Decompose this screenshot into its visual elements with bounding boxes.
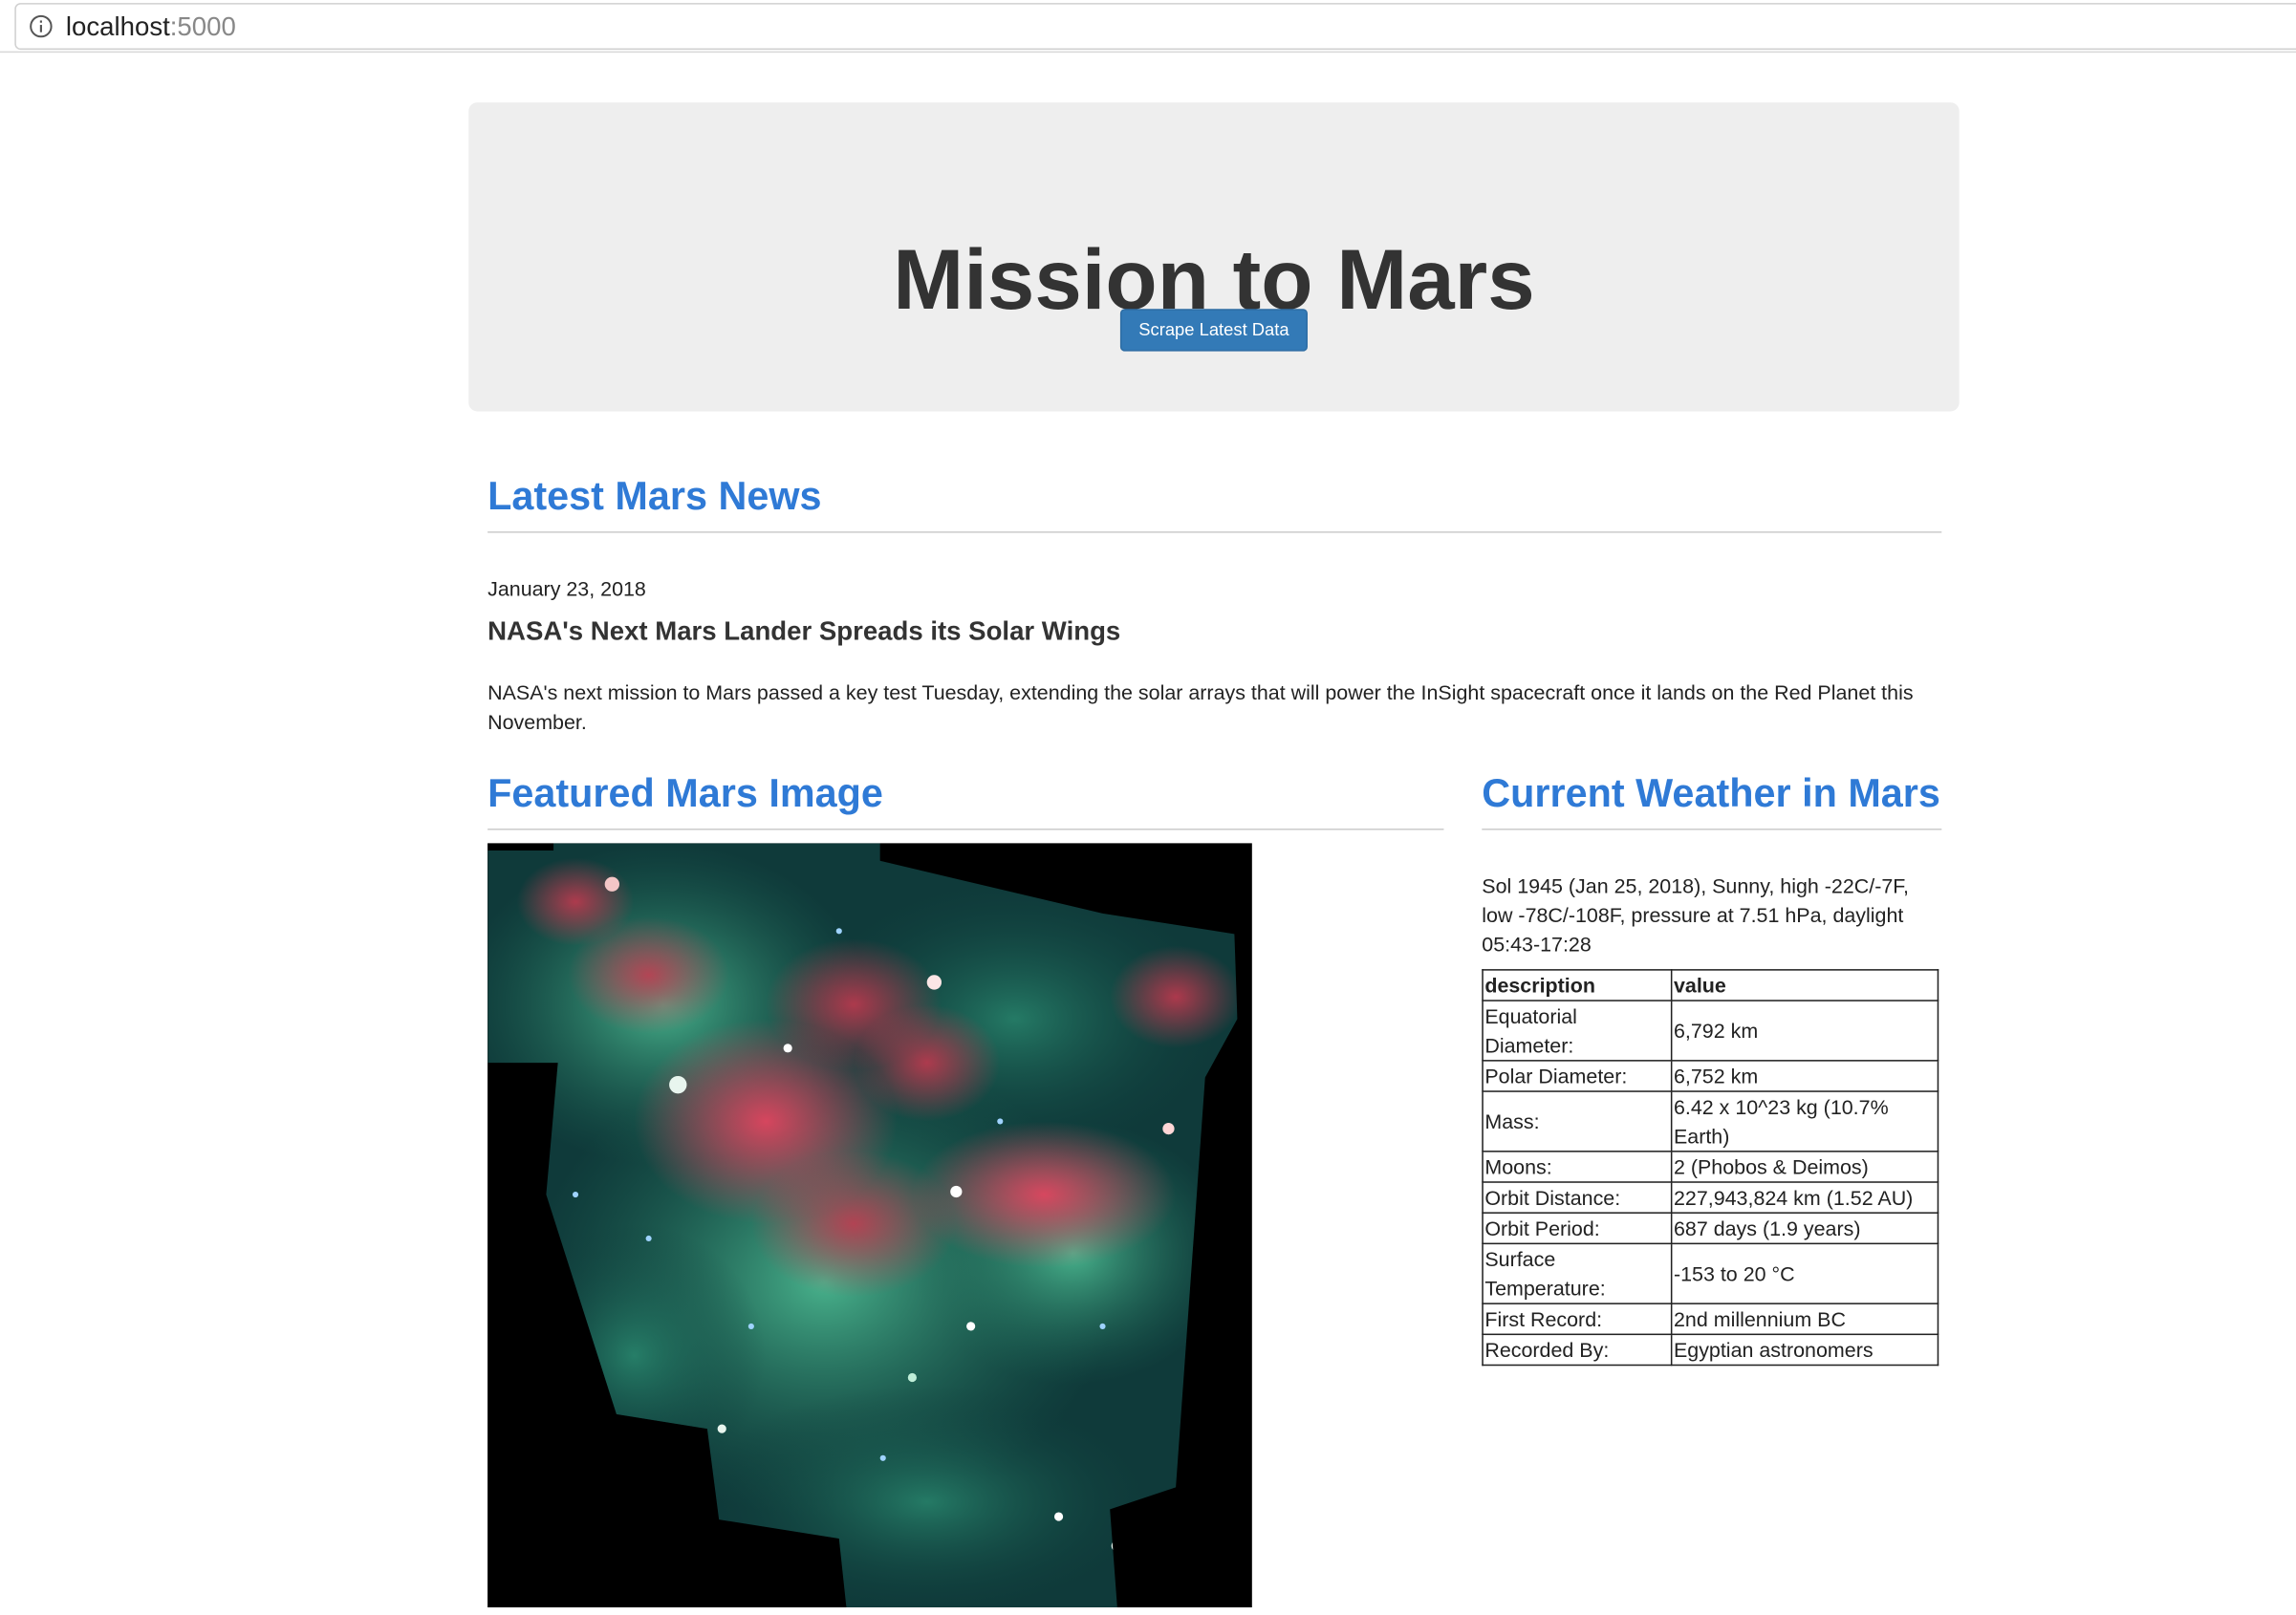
- table-row: Polar Diameter: 6,752 km: [1482, 1060, 1939, 1092]
- fact-value: 6,752 km: [1670, 1060, 1939, 1092]
- url-field[interactable]: localhost:5000: [14, 3, 2296, 51]
- fact-description: Orbit Distance:: [1482, 1181, 1673, 1214]
- table-header-value: value: [1670, 969, 1939, 1001]
- table-header-description: description: [1482, 969, 1673, 1001]
- fact-description: Polar Diameter:: [1482, 1060, 1673, 1092]
- table-row: Mass: 6.42 x 10^23 kg (10.7% Earth): [1482, 1090, 1939, 1152]
- table-row: First Record: 2nd millennium BC: [1482, 1303, 1939, 1336]
- fact-description: Orbit Period:: [1482, 1212, 1673, 1245]
- browser-address-bar: localhost:5000: [0, 0, 2296, 54]
- fact-value: 227,943,824 km (1.52 AU): [1670, 1181, 1939, 1214]
- table-row: Orbit Period: 687 days (1.9 years): [1482, 1212, 1939, 1245]
- scrape-button[interactable]: Scrape Latest Data: [1119, 309, 1308, 352]
- fact-value: Egyptian astronomers: [1670, 1333, 1939, 1367]
- fact-value: 2 (Phobos & Deimos): [1670, 1151, 1939, 1183]
- fact-description: Recorded By:: [1482, 1333, 1673, 1367]
- url-port: :5000: [169, 11, 236, 41]
- fact-value: -153 to 20 °C: [1670, 1242, 1939, 1304]
- news-title: NASA's Next Mars Lander Spreads its Sola…: [487, 615, 1121, 646]
- news-heading: Latest Mars News: [487, 473, 1942, 533]
- table-row: Orbit Distance: 227,943,824 km (1.52 AU): [1482, 1181, 1939, 1214]
- fact-value: 6,792 km: [1670, 1000, 1939, 1062]
- fact-value: 687 days (1.9 years): [1670, 1212, 1939, 1245]
- fact-description: Equatorial Diameter:: [1482, 1000, 1673, 1062]
- table-row: Surface Temperature: -153 to 20 °C: [1482, 1242, 1939, 1304]
- fact-description: Surface Temperature:: [1482, 1242, 1673, 1304]
- table-row: Moons: 2 (Phobos & Deimos): [1482, 1151, 1939, 1183]
- table-header-row: description value: [1482, 969, 1939, 1001]
- url-text: localhost:5000: [66, 11, 236, 41]
- info-icon[interactable]: [30, 14, 54, 38]
- header-jumbotron: Mission to Mars Scrape Latest Data: [468, 102, 1960, 412]
- fact-description: Moons:: [1482, 1151, 1673, 1183]
- news-date: January 23, 2018: [487, 576, 646, 601]
- fact-description: Mass:: [1482, 1090, 1673, 1152]
- table-row: Equatorial Diameter: 6,792 km: [1482, 1000, 1939, 1062]
- fact-value: 6.42 x 10^23 kg (10.7% Earth): [1670, 1090, 1939, 1152]
- table-row: Recorded By: Egyptian astronomers: [1482, 1333, 1939, 1367]
- weather-text: Sol 1945 (Jan 25, 2018), Sunny, high -22…: [1482, 873, 1909, 957]
- fact-value: 2nd millennium BC: [1670, 1303, 1939, 1336]
- fact-description: First Record:: [1482, 1303, 1673, 1336]
- weather-heading: Current Weather in Mars: [1482, 770, 1942, 830]
- featured-image-heading: Featured Mars Image: [487, 770, 1444, 830]
- mars-facts-table: description value Equatorial Diameter: 6…: [1482, 969, 1939, 1367]
- news-paragraph: NASA's next mission to Mars passed a key…: [487, 680, 1914, 734]
- page: localhost:5000 Mission to Mars Scrape La…: [0, 0, 2296, 1615]
- url-host: localhost: [65, 11, 170, 41]
- featured-mars-image: [487, 843, 1252, 1608]
